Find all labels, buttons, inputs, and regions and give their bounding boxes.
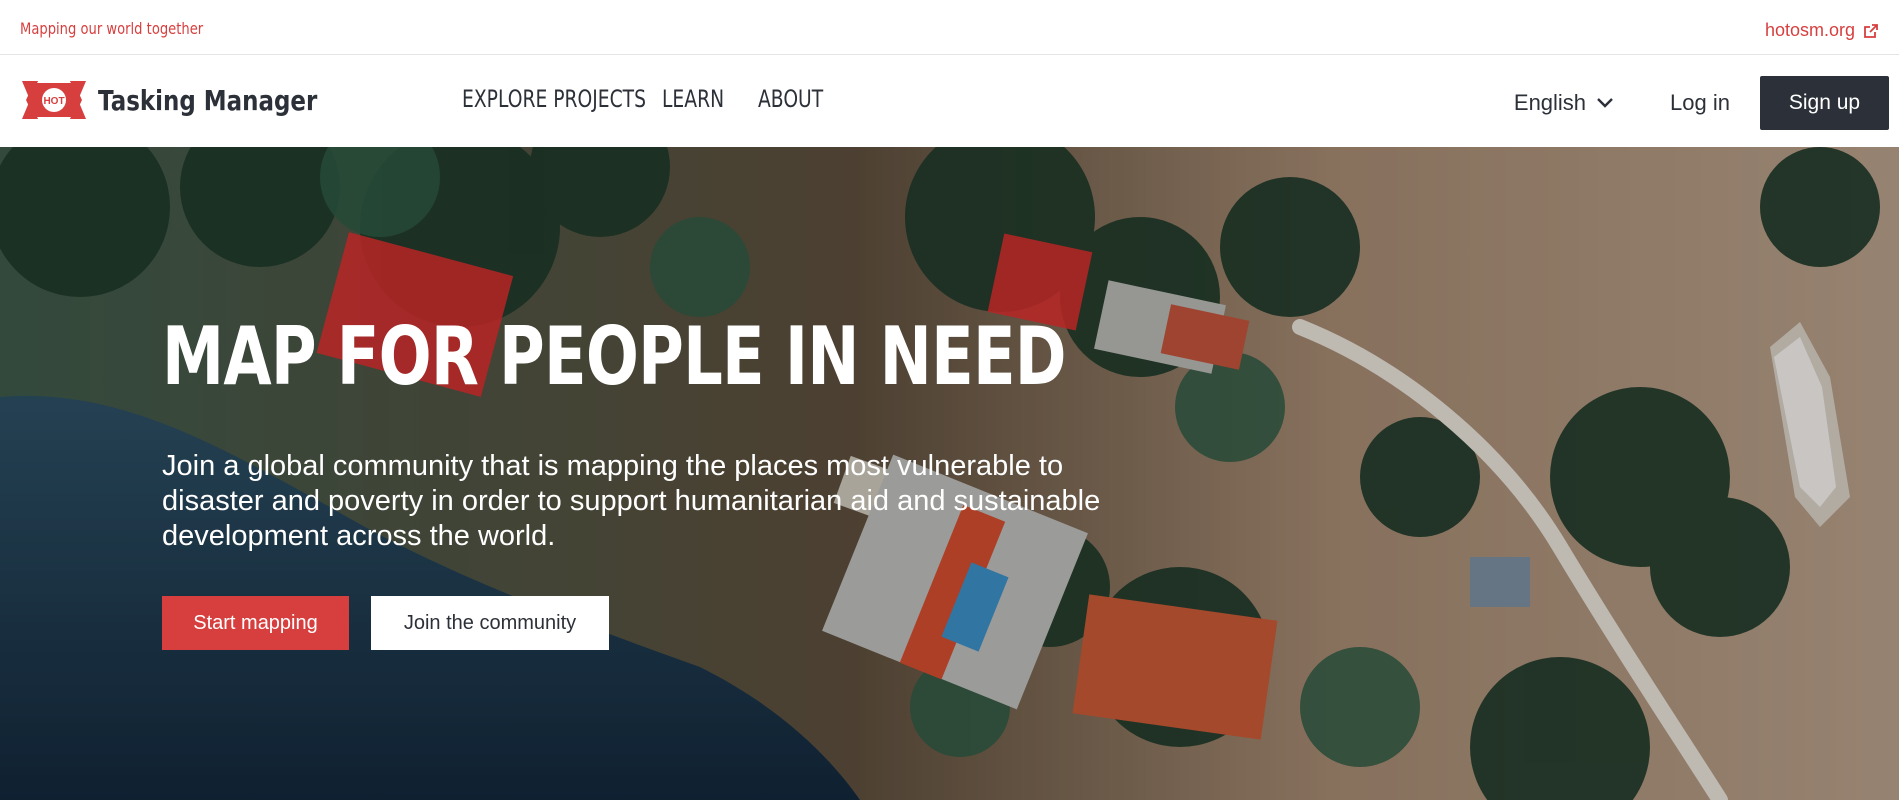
hero-section: MAP FOR PEOPLE IN NEED Join a global com… <box>0 147 1899 800</box>
login-button[interactable]: Log in <box>1670 90 1730 116</box>
top-strip: Mapping our world together hotosm.org <box>0 0 1899 55</box>
chevron-down-icon <box>1597 98 1613 108</box>
language-selector[interactable]: English <box>1514 90 1614 116</box>
brand-name: Tasking Manager <box>98 83 318 117</box>
hotosm-link[interactable]: hotosm.org <box>1765 20 1879 41</box>
hero-title: MAP FOR PEOPLE IN NEED <box>162 310 1067 403</box>
hotosm-link-label: hotosm.org <box>1764 20 1855 40</box>
hero-buttons: Start mapping Join the community <box>162 596 1162 650</box>
hero-subtitle: Join a global community that is mapping … <box>162 450 1101 552</box>
nav-about[interactable]: ABOUT <box>758 85 823 113</box>
join-community-button[interactable]: Join the community <box>371 596 609 650</box>
brand[interactable]: HOT Tasking Manager <box>20 79 365 121</box>
start-mapping-button[interactable]: Start mapping <box>162 596 349 650</box>
main-navigation: HOT Tasking Manager EXPLORE PROJECTS LEA… <box>0 55 1899 147</box>
nav-actions: English Log in Sign up <box>1514 76 1889 130</box>
signup-button[interactable]: Sign up <box>1760 76 1889 130</box>
external-link-icon <box>1864 23 1878 38</box>
hot-logo-icon: HOT <box>22 81 86 119</box>
hot-logo-badge-text: HOT <box>43 96 64 107</box>
nav-learn[interactable]: LEARN <box>662 85 737 113</box>
primary-nav: EXPLORE PROJECTS LEARN ABOUT <box>462 85 842 113</box>
hero-content: MAP FOR PEOPLE IN NEED Join a global com… <box>162 317 1162 650</box>
tagline: Mapping our world together <box>20 19 204 38</box>
nav-explore-projects[interactable]: EXPLORE PROJECTS <box>462 85 646 113</box>
language-label: English <box>1513 90 1587 115</box>
